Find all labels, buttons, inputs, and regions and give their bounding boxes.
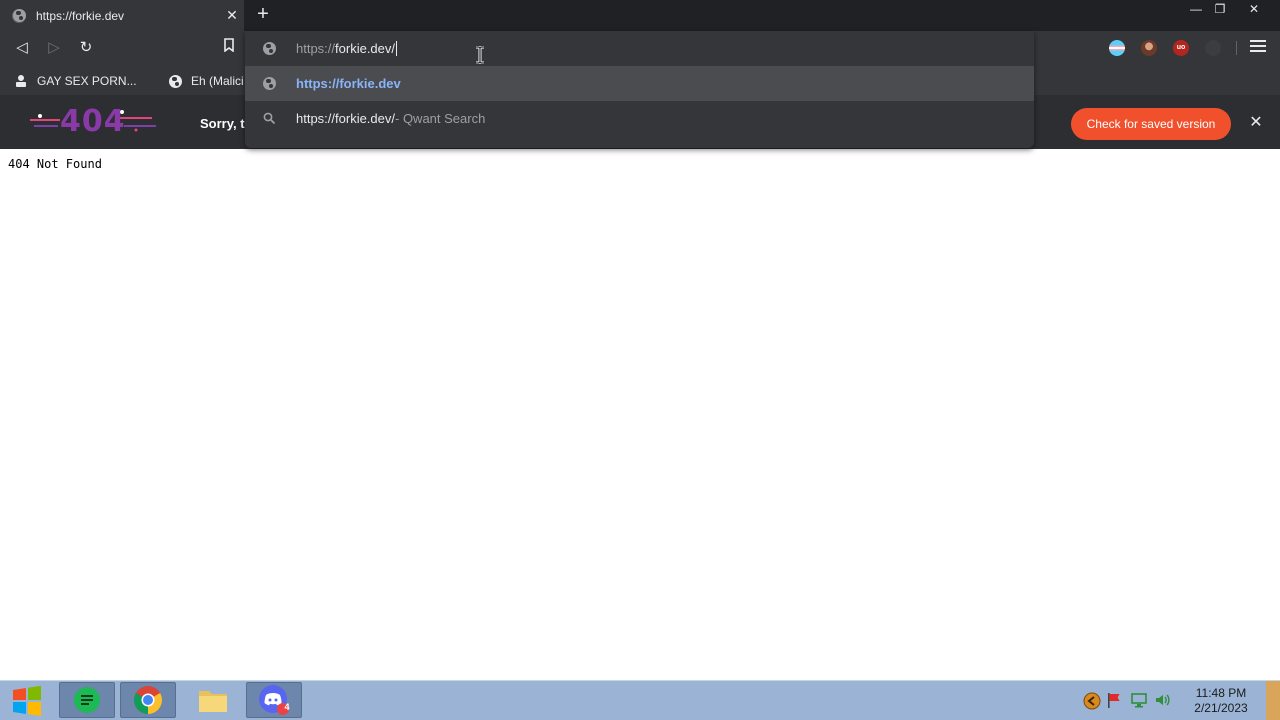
suggestion-search-item[interactable]: https://forkie.dev/ - Qwant Search — [245, 101, 1034, 136]
minimize-button[interactable]: — — [1184, 0, 1208, 18]
ublock-extension-icon[interactable]: uo — [1173, 40, 1189, 56]
search-icon — [262, 112, 276, 126]
globe-icon — [168, 74, 182, 88]
chrome-app-icon[interactable] — [120, 682, 176, 718]
volume-icon[interactable] — [1155, 692, 1171, 708]
network-icon[interactable] — [1131, 692, 1147, 708]
url-host: forkie.dev/ — [335, 41, 396, 56]
flag-extension-icon[interactable] — [1109, 40, 1125, 56]
windows-start-icon[interactable] — [10, 684, 44, 718]
check-saved-version-button[interactable]: Check for saved version — [1071, 108, 1231, 140]
back-button[interactable]: ◁ — [10, 37, 34, 59]
user-icon — [14, 74, 28, 88]
bookmark-item-1[interactable]: GAY SEX PORN... — [14, 72, 137, 90]
bookmark-item-2[interactable]: Eh (Malici — [168, 72, 244, 90]
page-content — [0, 149, 1280, 680]
banner-message: Sorry, t — [200, 116, 245, 131]
globe-icon — [262, 77, 276, 91]
suggestion-url: https://forkie.dev — [296, 76, 401, 91]
bookmark-label: GAY SEX PORN... — [37, 74, 137, 88]
file-explorer-icon[interactable] — [185, 682, 241, 718]
restore-button[interactable]: ❐ — [1208, 0, 1232, 18]
notes-app-icon[interactable] — [59, 682, 115, 718]
new-tab-button[interactable]: + — [252, 3, 274, 27]
globe-icon — [12, 8, 26, 23]
reload-button[interactable]: ↻ — [74, 37, 98, 59]
not-found-text: 404 Not Found — [8, 157, 102, 171]
text-caret — [396, 41, 398, 56]
bookmark-icon[interactable] — [217, 37, 241, 59]
tray-app-icon[interactable] — [1083, 692, 1101, 710]
extension-icon[interactable] — [1205, 40, 1221, 56]
logo-text: 404 — [60, 104, 126, 139]
window-close-button[interactable]: ✕ — [1242, 0, 1266, 18]
action-center-flag-icon[interactable] — [1106, 692, 1122, 708]
notification-badge: 4 — [284, 702, 290, 712]
system-clock[interactable]: 11:48 PM 2/21/2023 — [1184, 686, 1258, 716]
banner-close-button[interactable]: ✕ — [1246, 113, 1266, 133]
url-scheme: https:// — [296, 41, 336, 56]
toolbar-divider — [1236, 41, 1237, 55]
browser-tab[interactable]: https://forkie.dev ✕ — [0, 0, 244, 31]
tab-close-button[interactable]: ✕ — [220, 7, 244, 24]
globe-icon — [262, 42, 276, 56]
clock-time: 11:48 PM — [1195, 686, 1247, 700]
bookmark-label: Eh (Malici — [191, 74, 244, 88]
profile-extension-icon[interactable] — [1141, 40, 1157, 56]
forward-button[interactable]: ▷ — [42, 37, 66, 59]
search-query: https://forkie.dev/ — [296, 111, 395, 126]
address-input[interactable]: https://forkie.dev/ — [245, 31, 1034, 66]
show-desktop-button[interactable] — [1266, 681, 1280, 720]
search-engine-suffix: - Qwant Search — [395, 111, 486, 126]
suggestion-url-item[interactable]: https://forkie.dev — [245, 66, 1034, 101]
screen: https://forkie.dev ✕ + — ❐ ✕ ◁ ▷ ↻ uo GA… — [0, 0, 1280, 720]
i-beam-cursor-icon — [475, 45, 485, 68]
discord-app-icon[interactable]: 4 — [246, 682, 302, 718]
tab-title: https://forkie.dev — [36, 8, 125, 23]
menu-icon[interactable] — [1250, 40, 1266, 56]
clock-date: 2/21/2023 — [1194, 701, 1248, 715]
